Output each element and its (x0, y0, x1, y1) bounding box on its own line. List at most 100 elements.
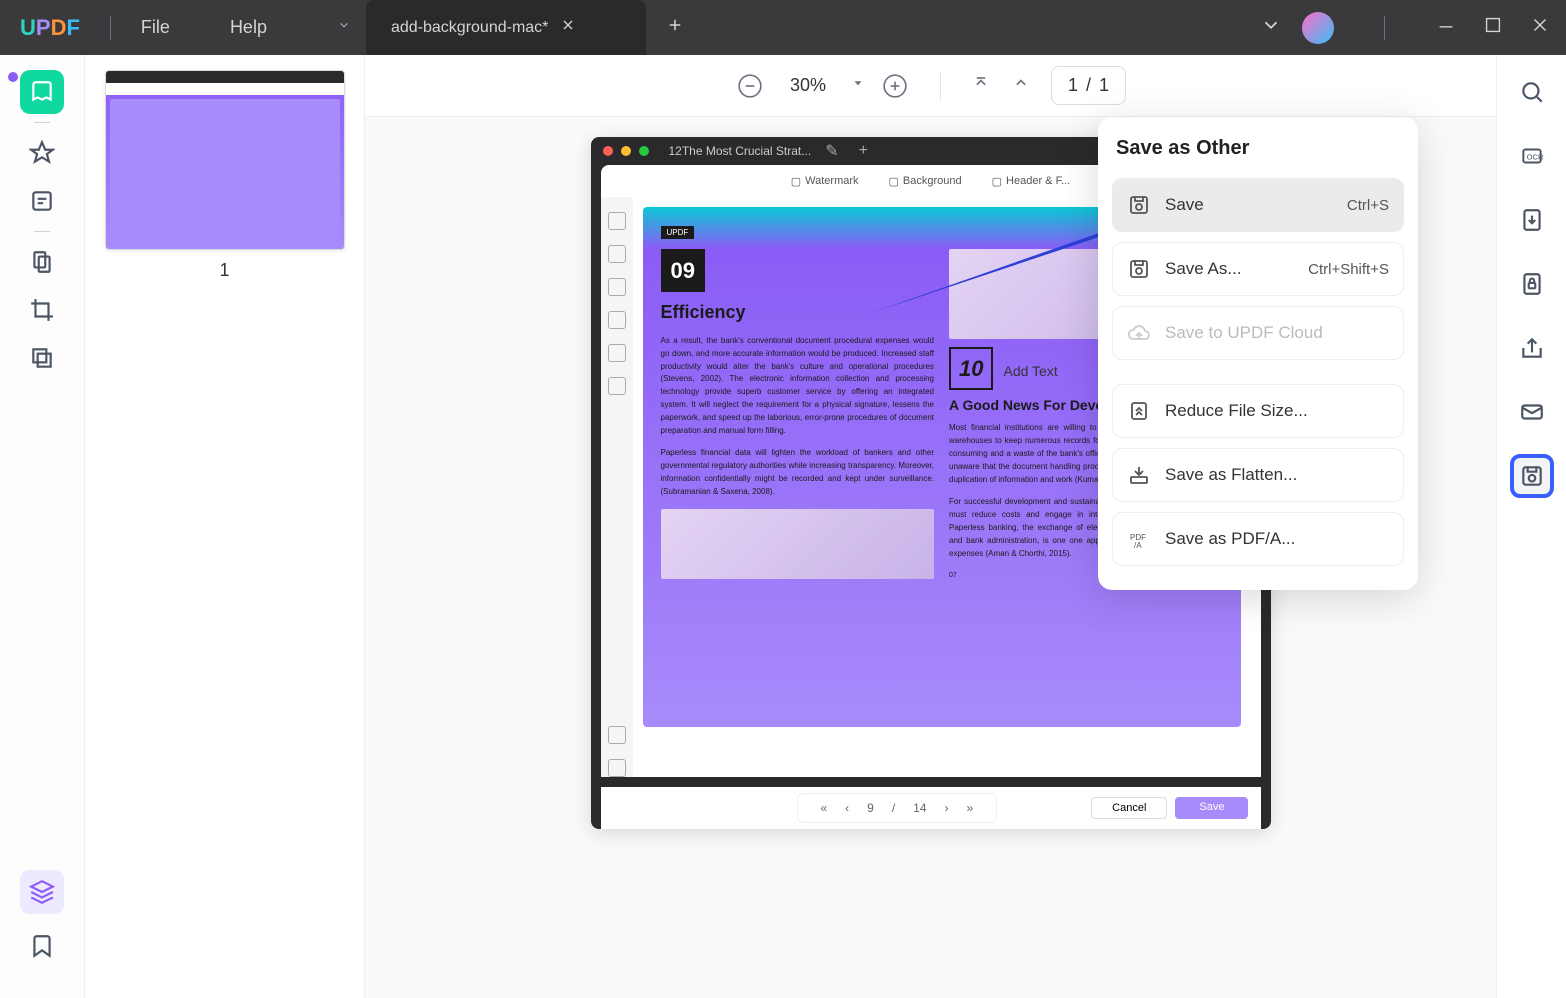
save-as-other-panel: Save as Other Save Ctrl+S Save As... Ctr… (1098, 117, 1418, 590)
total-pages: 1 (1099, 75, 1109, 96)
inner-bottom-row: « ‹ 9 / 14 › » Cancel Save (601, 787, 1261, 829)
save-item-save[interactable]: Save Ctrl+S (1112, 178, 1404, 232)
organize-tool[interactable] (20, 240, 64, 284)
inner-next-icon: › (945, 801, 949, 815)
left-toolbar (0, 55, 85, 998)
inner-tool-icon (608, 212, 626, 230)
save-item-reduce[interactable]: Reduce File Size... (1112, 384, 1404, 438)
save-item-flatten[interactable]: Save as Flatten... (1112, 448, 1404, 502)
inner-tool-icon (608, 344, 626, 362)
zoom-dropdown-icon[interactable] (851, 76, 865, 95)
layers-tool[interactable] (20, 870, 64, 914)
page-tool[interactable] (20, 336, 64, 380)
separator (940, 71, 941, 101)
inner-tool-icon (608, 377, 626, 395)
save-icon (1127, 193, 1151, 217)
page-nav: 1 / 1 (971, 66, 1126, 105)
left-column: 09 Efficiency As a result, the bank's co… (661, 249, 935, 587)
mail-icon[interactable] (1510, 390, 1554, 434)
maximize-icon[interactable] (1482, 14, 1504, 41)
page-indicator[interactable]: 1 / 1 (1051, 66, 1126, 105)
user-avatar[interactable] (1302, 12, 1334, 44)
save-item-saveas[interactable]: Save As... Ctrl+Shift+S (1112, 242, 1404, 296)
separator (34, 231, 50, 232)
flatten-label: Save as Flatten... (1165, 465, 1389, 485)
heading-efficiency: Efficiency (661, 298, 935, 327)
inner-tool-icon (608, 726, 626, 744)
pdfa-label: Save as PDF/A... (1165, 529, 1389, 549)
highlight-tool[interactable] (20, 131, 64, 175)
thumbnail-page-number: 1 (105, 260, 344, 281)
window-controls (1435, 14, 1551, 41)
inner-tab-title: 12The Most Crucial Strat... (669, 144, 812, 158)
pdfa-icon: PDF/A (1127, 527, 1151, 551)
mac-minimize-icon (621, 146, 631, 156)
search-icon[interactable] (1510, 70, 1554, 114)
current-page: 1 (1068, 75, 1078, 96)
document-tab[interactable]: add-background-mac* (366, 0, 646, 55)
inner-first-icon: « (820, 801, 827, 815)
first-page-icon[interactable] (971, 73, 991, 98)
titlebar: UPDF File Help add-background-mac* (0, 0, 1566, 55)
updf-badge: UPDF (661, 226, 695, 239)
protect-icon[interactable] (1510, 262, 1554, 306)
new-tab-icon[interactable] (666, 16, 684, 39)
zoom-out-icon[interactable] (735, 71, 765, 101)
prev-page-icon[interactable] (1011, 73, 1031, 98)
ocr-icon[interactable]: OCR (1510, 134, 1554, 178)
inner-save-button: Save (1175, 797, 1248, 819)
zoom-value: 30% (790, 75, 826, 96)
main-area: 1 30% 1 / 1 (0, 55, 1566, 998)
convert-icon[interactable] (1510, 198, 1554, 242)
saveas-label: Save As... (1165, 259, 1294, 279)
body-text: As a result, the bank's conventional doc… (661, 335, 935, 437)
page-sep: / (1086, 75, 1091, 96)
zoom-in-icon[interactable] (880, 71, 910, 101)
inner-total-pages: 14 (913, 801, 926, 815)
tab-list-dropdown-icon[interactable] (337, 18, 351, 37)
svg-text:/A: /A (1134, 541, 1142, 550)
reduce-label: Reduce File Size... (1165, 401, 1389, 421)
edge-indicator-dot (8, 72, 18, 82)
inner-edit-icon: ✎ (825, 141, 838, 161)
reduce-icon (1127, 399, 1151, 423)
divider (110, 16, 111, 40)
saveas-shortcut: Ctrl+Shift+S (1308, 261, 1389, 278)
inner-tool-icon (608, 278, 626, 296)
menu-file[interactable]: File (141, 17, 170, 38)
tab-area: add-background-mac* (337, 0, 684, 55)
minimize-icon[interactable] (1435, 14, 1457, 41)
mac-maximize-icon (639, 146, 649, 156)
inner-last-icon: » (967, 801, 974, 815)
cloud-icon (1127, 321, 1151, 345)
canvas-area: 30% 1 / 1 12The Mos (365, 55, 1496, 998)
inner-tool-icon (608, 311, 626, 329)
edit-tool[interactable] (20, 179, 64, 223)
background-tool: ▢ Background (889, 175, 962, 188)
inner-current-page: 9 (867, 801, 874, 815)
save-item-pdfa[interactable]: PDF/A Save as PDF/A... (1112, 512, 1404, 566)
flatten-icon (1127, 463, 1151, 487)
zoom-controls: 30% (735, 71, 910, 101)
inner-cancel-button: Cancel (1091, 797, 1167, 819)
save-as-other-icon[interactable] (1510, 454, 1554, 498)
save-panel-title: Save as Other (1112, 137, 1404, 160)
chevron-down-icon[interactable] (1260, 14, 1282, 41)
close-window-icon[interactable] (1529, 14, 1551, 41)
reader-tool[interactable] (20, 70, 64, 114)
save-label: Save (1165, 195, 1333, 215)
titlebar-right (1260, 12, 1566, 44)
share-icon[interactable] (1510, 326, 1554, 370)
save-item-cloud[interactable]: Save to UPDF Cloud (1112, 306, 1404, 360)
close-tab-icon[interactable] (560, 17, 576, 38)
inner-left-icons (601, 197, 633, 777)
menu-help[interactable]: Help (230, 17, 267, 38)
separator (34, 122, 50, 123)
bookmark-tool[interactable] (20, 924, 64, 968)
top-toolbar: 30% 1 / 1 (365, 55, 1496, 117)
app-logo: UPDF (20, 15, 80, 41)
page-thumbnail-1[interactable] (105, 70, 345, 250)
right-toolbar: OCR (1496, 55, 1566, 998)
saveas-icon (1127, 257, 1151, 281)
crop-tool[interactable] (20, 288, 64, 332)
